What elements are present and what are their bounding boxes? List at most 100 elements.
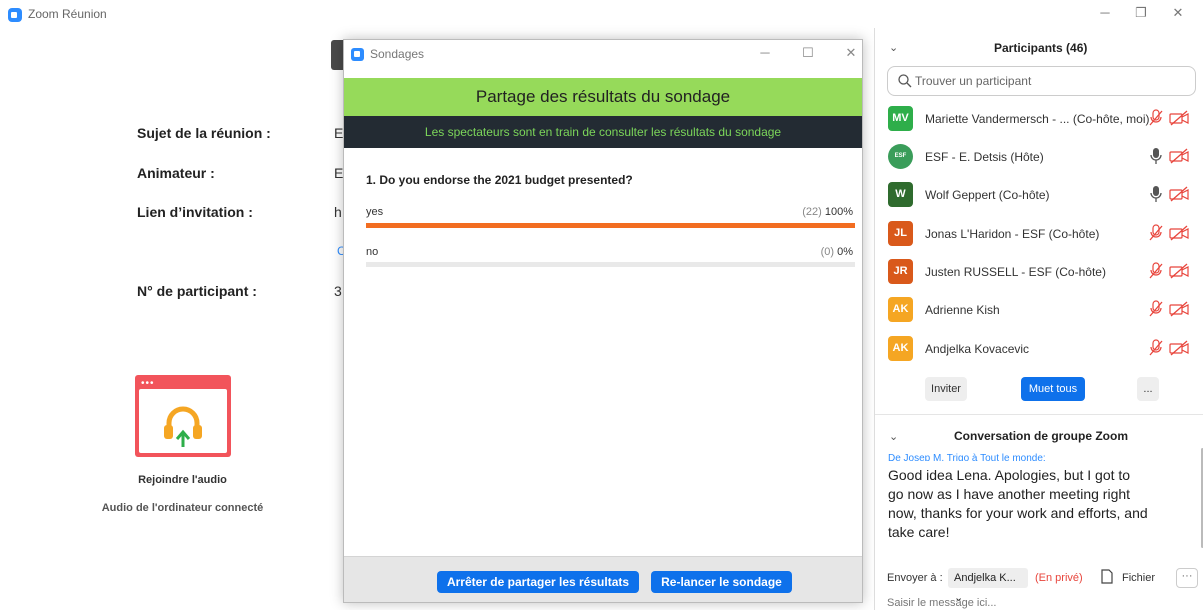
poll-option-stat: (22) 100% [802, 206, 853, 218]
poll-option-bar [366, 223, 855, 228]
chat-message: Good idea Lena. Apologies, but I got to … [888, 467, 1148, 540]
microphone-muted-icon[interactable] [1148, 300, 1164, 318]
video-off-icon[interactable] [1169, 340, 1189, 356]
app-title: Zoom Réunion [28, 7, 107, 21]
zoom-meeting-window: Zoom Réunion ─ ❐ ✕ Sujet de la réunion :… [0, 0, 1203, 610]
participant-row[interactable]: AK Adrienne Kish [875, 294, 1203, 328]
microphone-icon[interactable] [1148, 147, 1164, 165]
poll-option-count: (22) [802, 206, 822, 218]
microphone-muted-icon[interactable] [1148, 262, 1164, 280]
poll-option-bar-fill [366, 223, 855, 228]
participant-name: Adrienne Kish [925, 303, 1000, 317]
participant-name: ESF - E. Detsis (Hôte) [925, 150, 1044, 164]
participant-search-input[interactable]: Trouver un participant [887, 66, 1196, 96]
avatar: AK [888, 336, 913, 361]
computer-audio-label: Audio de l'ordinateur connecté [101, 502, 264, 514]
participant-name: Mariette Vandermersch - ... (Co-hôte, mo… [925, 112, 1150, 126]
poll-status-text: Les spectateurs sont en train de consult… [424, 125, 782, 139]
video-off-icon[interactable] [1169, 263, 1189, 279]
poll-banner: Partage des résultats du sondage [344, 78, 862, 116]
avatar: MV [888, 106, 913, 131]
invite-button[interactable]: Inviter [925, 377, 967, 401]
search-icon [898, 74, 912, 88]
host-label: Animateur : [137, 165, 215, 181]
participant-row[interactable]: W Wolf Geppert (Co-hôte) [875, 179, 1203, 213]
private-label: (En privé) [1035, 572, 1083, 584]
participant-row[interactable]: JL Jonas L'Haridon - ESF (Co-hôte) [875, 218, 1203, 252]
poll-title-bar: Sondages ─ ☐ ✕ [344, 40, 862, 68]
participant-name: Wolf Geppert (Co-hôte) [925, 188, 1050, 202]
poll-option-count: (0) [820, 246, 835, 258]
poll-window-title: Sondages [370, 47, 425, 61]
participant-row[interactable]: JR Justen RUSSELL - ESF (Co-hôte) [875, 256, 1203, 290]
microphone-muted-icon[interactable] [1148, 339, 1164, 357]
poll-option-stat: (0) 0% [821, 246, 853, 258]
relaunch-poll-button[interactable]: Re-lancer le sondage [651, 571, 792, 593]
poll-close-button[interactable]: ✕ [842, 45, 860, 61]
chat-message-meta: De Josep M. Trigo à Tout le monde: [888, 453, 1046, 461]
microphone-muted-icon[interactable] [1148, 109, 1164, 127]
chat-more-button[interactable]: ··· [1176, 568, 1198, 588]
poll-status-bar: Les spectateurs sont en train de consult… [344, 116, 862, 148]
chat-header: Conversation de groupe Zoom [954, 429, 1129, 443]
zoom-logo-icon [8, 8, 22, 22]
avatar: ESF [888, 144, 913, 169]
video-off-icon[interactable] [1169, 301, 1189, 317]
participant-row[interactable]: MV Mariette Vandermersch - ... (Co-hôte, … [875, 103, 1203, 137]
poll-option-percent: 100% [824, 206, 853, 218]
join-audio-label: Rejoindre l'audio [138, 474, 227, 486]
chat-message-input[interactable]: Saisir le message ici... [887, 597, 996, 609]
host-value: E [334, 165, 344, 181]
file-button[interactable]: Fichier [1122, 572, 1155, 584]
restore-button[interactable]: ❐ [1131, 5, 1151, 21]
poll-option-label: yes [366, 206, 384, 218]
microphone-icon[interactable] [1148, 185, 1164, 203]
participants-panel: ⌄ Participants (46) Trouver un participa… [874, 28, 1203, 610]
video-off-icon[interactable] [1169, 110, 1189, 126]
panel-divider [875, 414, 1203, 415]
poll-window: Sondages ─ ☐ ✕ Partage des résultats du … [343, 39, 863, 603]
send-to-select[interactable]: Andjelka K... ⌄ [948, 568, 1028, 604]
mute-all-button[interactable]: Muet tous [1021, 377, 1085, 401]
headphones-icon [139, 389, 227, 453]
file-icon[interactable] [1100, 569, 1114, 584]
video-off-icon[interactable] [1169, 225, 1189, 241]
poll-question: 1. Do you endorse the 2021 budget presen… [366, 173, 633, 187]
video-off-icon[interactable] [1169, 148, 1189, 164]
stop-sharing-results-button[interactable]: Arrêter de partager les résultats [437, 571, 639, 593]
video-off-icon[interactable] [1169, 186, 1189, 202]
poll-option-percent: 0% [837, 246, 853, 258]
participants-header: Participants (46) [994, 41, 1088, 55]
microphone-muted-icon[interactable] [1148, 224, 1164, 242]
poll-maximize-button[interactable]: ☐ [799, 45, 817, 61]
zoom-logo-icon [351, 48, 364, 61]
join-audio-button[interactable]: ••• [135, 375, 231, 457]
participant-row[interactable]: ESF ESF - E. Detsis (Hôte) [875, 141, 1203, 175]
avatar: JL [888, 221, 913, 246]
more-options-button[interactable]: ... [1137, 377, 1159, 401]
participant-name: Jonas L'Haridon - ESF (Co-hôte) [925, 227, 1100, 241]
minimize-button[interactable]: ─ [1095, 5, 1115, 20]
participant-name: Andjelka Kovacevic [925, 342, 1030, 356]
avatar: W [888, 182, 913, 207]
poll-minimize-button[interactable]: ─ [756, 45, 774, 60]
poll-option-label: no [366, 246, 379, 258]
poll-option-bar [366, 262, 855, 267]
invite-link-label: Lien d’invitation : [137, 204, 253, 220]
topic-value: E [334, 125, 344, 141]
collapse-chevron-icon[interactable]: ⌄ [889, 41, 898, 54]
poll-banner-title: Partage des résultats du sondage [475, 87, 731, 106]
participant-number-value: 3 [334, 283, 342, 299]
avatar: JR [888, 259, 913, 284]
invite-link-value[interactable]: h [334, 204, 342, 220]
participant-row[interactable]: AK Andjelka Kovacevic [875, 333, 1203, 367]
poll-footer: Arrêter de partager les résultats Re-lan… [344, 556, 862, 602]
collapse-chevron-icon[interactable]: ⌄ [889, 430, 898, 443]
close-button[interactable]: ✕ [1168, 5, 1188, 21]
avatar: AK [888, 297, 913, 322]
window-dots: ••• [141, 378, 155, 389]
topic-label: Sujet de la réunion : [137, 125, 271, 141]
title-bar: Zoom Réunion ─ ❐ ✕ [0, 0, 1203, 30]
send-to-label: Envoyer à : [887, 572, 943, 584]
participant-name: Justen RUSSELL - ESF (Co-hôte) [925, 265, 1106, 279]
